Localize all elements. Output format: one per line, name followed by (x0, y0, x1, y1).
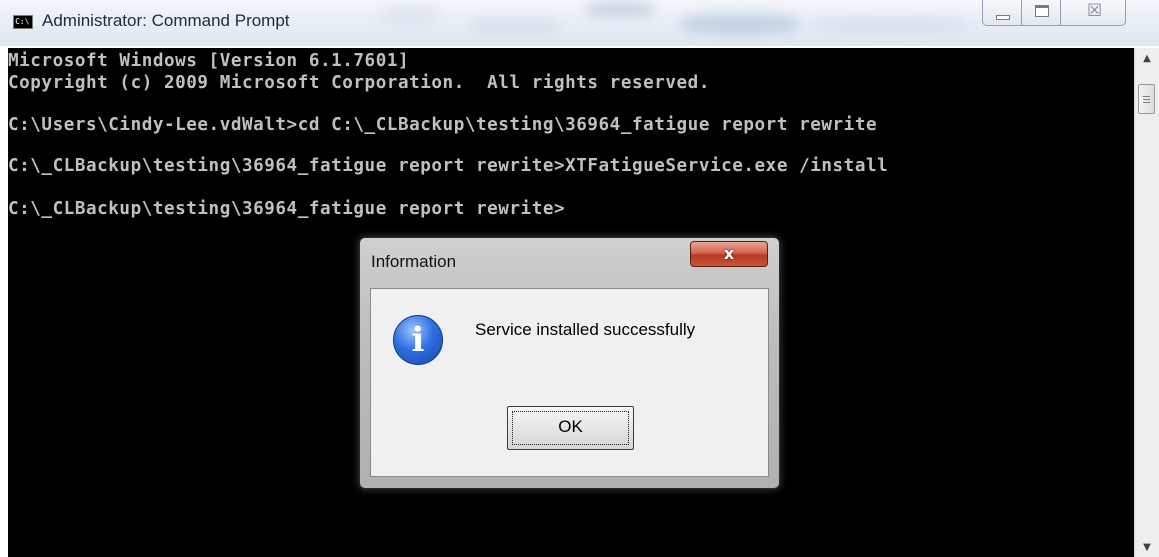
scroll-up-button[interactable]: ▲ (1137, 50, 1157, 68)
window-close-button[interactable]: ☒ (1060, 0, 1126, 26)
maximize-icon (1035, 5, 1049, 17)
dialog-message: Service installed successfully (475, 320, 696, 339)
info-icon: i (393, 315, 443, 365)
aero-background (380, 4, 440, 26)
window-title: Administrator: Command Prompt (42, 11, 290, 30)
dialog-title: Information (371, 252, 457, 271)
console-line: C:\Users\Cindy-Lee.vdWalt>cd C:\_CLBacku… (8, 115, 878, 135)
title-bar[interactable]: C:\ Administrator: Command Prompt ☒ (0, 0, 1159, 46)
vertical-scrollbar[interactable]: ▲ ▼ (1134, 48, 1159, 557)
information-dialog: Information x i Service installed succes… (359, 237, 780, 489)
scroll-down-button[interactable]: ▼ (1137, 539, 1157, 557)
command-prompt-icon[interactable]: C:\ (13, 15, 33, 29)
aero-background (810, 18, 970, 32)
grip-icon (1143, 99, 1150, 100)
console-prompt-line: C:\_CLBackup\testing\36964_fatigue repor… (8, 199, 566, 219)
aero-background (470, 18, 560, 36)
minimize-button[interactable] (982, 0, 1022, 26)
dialog-close-button[interactable]: x (690, 241, 768, 267)
close-icon: ☒ (1087, 1, 1103, 21)
ok-button-label: OK (558, 417, 583, 436)
minimize-icon (996, 15, 1010, 20)
close-icon: x (723, 244, 735, 263)
aero-background (585, 2, 655, 16)
command-prompt-window: C:\ Administrator: Command Prompt ☒ Micr… (0, 0, 1159, 557)
aero-background (680, 14, 800, 34)
console-line: Copyright (c) 2009 Microsoft Corporation… (8, 73, 710, 93)
grip-icon (1143, 96, 1150, 97)
grip-icon (1143, 102, 1150, 103)
scroll-up-icon: ▲ (1143, 53, 1151, 64)
console-line: C:\_CLBackup\testing\36964_fatigue repor… (8, 156, 889, 176)
console-line: Microsoft Windows [Version 6.1.7601] (8, 51, 410, 71)
maximize-button[interactable] (1021, 0, 1061, 26)
dialog-body: i Service installed successfully OK (370, 288, 769, 477)
scroll-down-icon: ▼ (1143, 542, 1151, 553)
ok-button[interactable]: OK (507, 406, 634, 450)
scroll-thumb[interactable] (1138, 84, 1155, 114)
